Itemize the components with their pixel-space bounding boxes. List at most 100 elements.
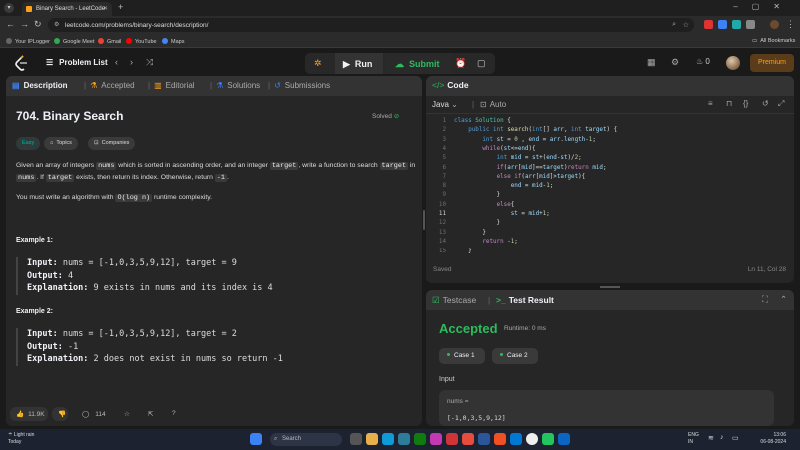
- settings-icon[interactable]: ⚙: [671, 57, 679, 68]
- bookmark-star-icon[interactable]: ☆: [683, 21, 689, 29]
- chrome-icon[interactable]: [526, 433, 538, 445]
- battery-icon[interactable]: ▭: [732, 434, 739, 442]
- bookmark-item[interactable]: Gmail: [98, 38, 121, 45]
- language-select[interactable]: Java ⌄: [432, 100, 458, 109]
- edge-icon[interactable]: [382, 433, 394, 445]
- app-icon[interactable]: [542, 433, 554, 445]
- beaker-icon: ⚗: [216, 81, 224, 90]
- extensions-puzzle-icon[interactable]: [746, 20, 755, 29]
- example-label: Example 2:: [16, 308, 53, 315]
- code-line: 15 }: [438, 248, 472, 255]
- code-editor[interactable]: 1 class Solution { 2 public int search(in…: [426, 118, 794, 258]
- bookmark-item[interactable]: YouTube: [126, 38, 157, 45]
- timer-icon[interactable]: ⏰: [455, 58, 466, 69]
- user-avatar[interactable]: [726, 56, 740, 70]
- address-bar[interactable]: ⚙ leetcode.com/problems/binary-search/de…: [48, 18, 694, 32]
- submit-button[interactable]: ☁ Submit: [385, 53, 451, 74]
- tab-title: Binary Search - LeetCode: [36, 6, 106, 12]
- bookmark-item[interactable]: Your IPLogger: [6, 38, 50, 45]
- close-tab-icon[interactable]: ✕: [103, 5, 108, 12]
- system-clock[interactable]: 13:06 06-08-2024: [750, 432, 786, 446]
- app-icon[interactable]: [462, 433, 474, 445]
- tab-testcase[interactable]: ☑ Testcase: [432, 295, 476, 306]
- panel-resize-handle[interactable]: [600, 286, 620, 288]
- braces-icon[interactable]: {}: [743, 99, 748, 108]
- bookmark-item[interactable]: Google Meet: [54, 38, 95, 45]
- tab-submissions[interactable]: | ↺ Submissions: [268, 81, 330, 90]
- reset-icon[interactable]: ↺: [762, 99, 769, 108]
- leetcode-logo[interactable]: [14, 55, 29, 71]
- app-icon[interactable]: [510, 433, 522, 445]
- bookmark-item[interactable]: Maps: [162, 38, 184, 45]
- code-line: 5 int mid = st+(end-st)/2;: [442, 155, 582, 162]
- window-controls[interactable]: –▢✕: [733, 2, 794, 11]
- problem-description: Given an array of integers nums which is…: [16, 162, 416, 182]
- windows-start-icon[interactable]: [250, 433, 262, 445]
- premium-button[interactable]: Premium: [750, 54, 794, 72]
- param-name: nums =: [447, 398, 469, 405]
- tab-editorial[interactable]: | ▥ Editorial: [148, 81, 195, 90]
- collapse-icon[interactable]: ⌃: [780, 294, 787, 305]
- tab-description[interactable]: ▤ Description: [12, 81, 68, 90]
- system-tray[interactable]: ENG IN: [688, 432, 699, 446]
- tab-accepted[interactable]: | ⚗ Accepted: [84, 81, 135, 90]
- browser-tab[interactable]: Binary Search - LeetCode ✕: [22, 2, 112, 16]
- zoom-icon[interactable]: ⌕: [672, 21, 676, 29]
- case-tab-1[interactable]: Case 1: [439, 348, 485, 364]
- browser-menu-icon[interactable]: ⋮: [786, 19, 795, 30]
- app-icon[interactable]: [558, 433, 570, 445]
- streak-counter[interactable]: ♨ 0: [696, 57, 710, 66]
- weather-widget[interactable]: ☂ Light rain Today: [8, 432, 34, 446]
- thumbs-up-icon: 👍: [16, 411, 25, 418]
- extension-icon[interactable]: [704, 20, 713, 29]
- app-icon[interactable]: [478, 433, 490, 445]
- extension-icon[interactable]: [732, 20, 741, 29]
- app-icon[interactable]: [414, 433, 426, 445]
- app-icon[interactable]: [430, 433, 442, 445]
- topics-chip[interactable]: ⌂ Topics: [44, 137, 78, 150]
- profile-avatar[interactable]: [770, 20, 779, 29]
- tab-search-button[interactable]: ▾: [4, 3, 14, 13]
- case-tab-2[interactable]: Case 2: [492, 348, 538, 364]
- notes-icon[interactable]: ▢: [477, 58, 486, 69]
- taskbar-search[interactable]: ⌕ Search: [270, 433, 342, 446]
- reload-icon[interactable]: ↻: [34, 19, 42, 30]
- maximize-icon[interactable]: ⛶: [762, 294, 768, 305]
- tab-solutions[interactable]: | ⚗ Solutions: [210, 81, 260, 90]
- next-problem-icon[interactable]: ›: [130, 57, 133, 67]
- site-info-icon[interactable]: ⚙: [54, 21, 59, 28]
- shuffle-icon[interactable]: ⤨: [146, 57, 153, 68]
- favorite-star-icon[interactable]: ☆: [118, 407, 136, 421]
- wifi-icon[interactable]: ≋: [708, 434, 714, 442]
- all-bookmarks[interactable]: ▭ All Bookmarks: [752, 38, 795, 44]
- prev-problem-icon[interactable]: ‹: [115, 57, 118, 67]
- companies-chip[interactable]: ⊡ Companies: [88, 137, 136, 150]
- run-button[interactable]: ▶ Run: [335, 53, 383, 74]
- task-view-icon[interactable]: [350, 433, 362, 445]
- format-icon[interactable]: ≡: [708, 99, 713, 108]
- auto-mode-toggle[interactable]: ⊡ Auto: [480, 100, 506, 109]
- share-icon[interactable]: ⇱: [142, 407, 159, 421]
- forward-icon[interactable]: →: [20, 19, 29, 29]
- back-icon[interactable]: ←: [6, 19, 15, 29]
- app-icon[interactable]: [494, 433, 506, 445]
- fullscreen-icon[interactable]: ⤢: [778, 99, 784, 109]
- new-tab-button[interactable]: +: [118, 2, 123, 12]
- panel-resize-handle[interactable]: [423, 210, 425, 230]
- comments-button[interactable]: ◯ 114: [76, 407, 112, 421]
- pass-dot-icon: [500, 353, 503, 356]
- help-icon[interactable]: ?: [166, 407, 182, 421]
- debug-icon[interactable]: ✲: [314, 58, 322, 69]
- problem-list-link[interactable]: ☰ Problem List: [46, 58, 108, 67]
- extension-icon[interactable]: [718, 20, 727, 29]
- bookmark-icon[interactable]: ⊓: [726, 99, 732, 108]
- store-icon[interactable]: [398, 433, 410, 445]
- like-button[interactable]: 👍 11.9K: [10, 407, 48, 421]
- app-icon[interactable]: [446, 433, 458, 445]
- dislike-button[interactable]: 👎: [52, 407, 68, 421]
- tab-test-result[interactable]: >_ Test Result: [496, 295, 554, 305]
- file-explorer-icon[interactable]: [366, 433, 378, 445]
- difficulty-badge[interactable]: Easy: [16, 137, 41, 150]
- volume-icon[interactable]: ♪: [720, 434, 724, 441]
- layout-icon[interactable]: ▦: [647, 57, 656, 68]
